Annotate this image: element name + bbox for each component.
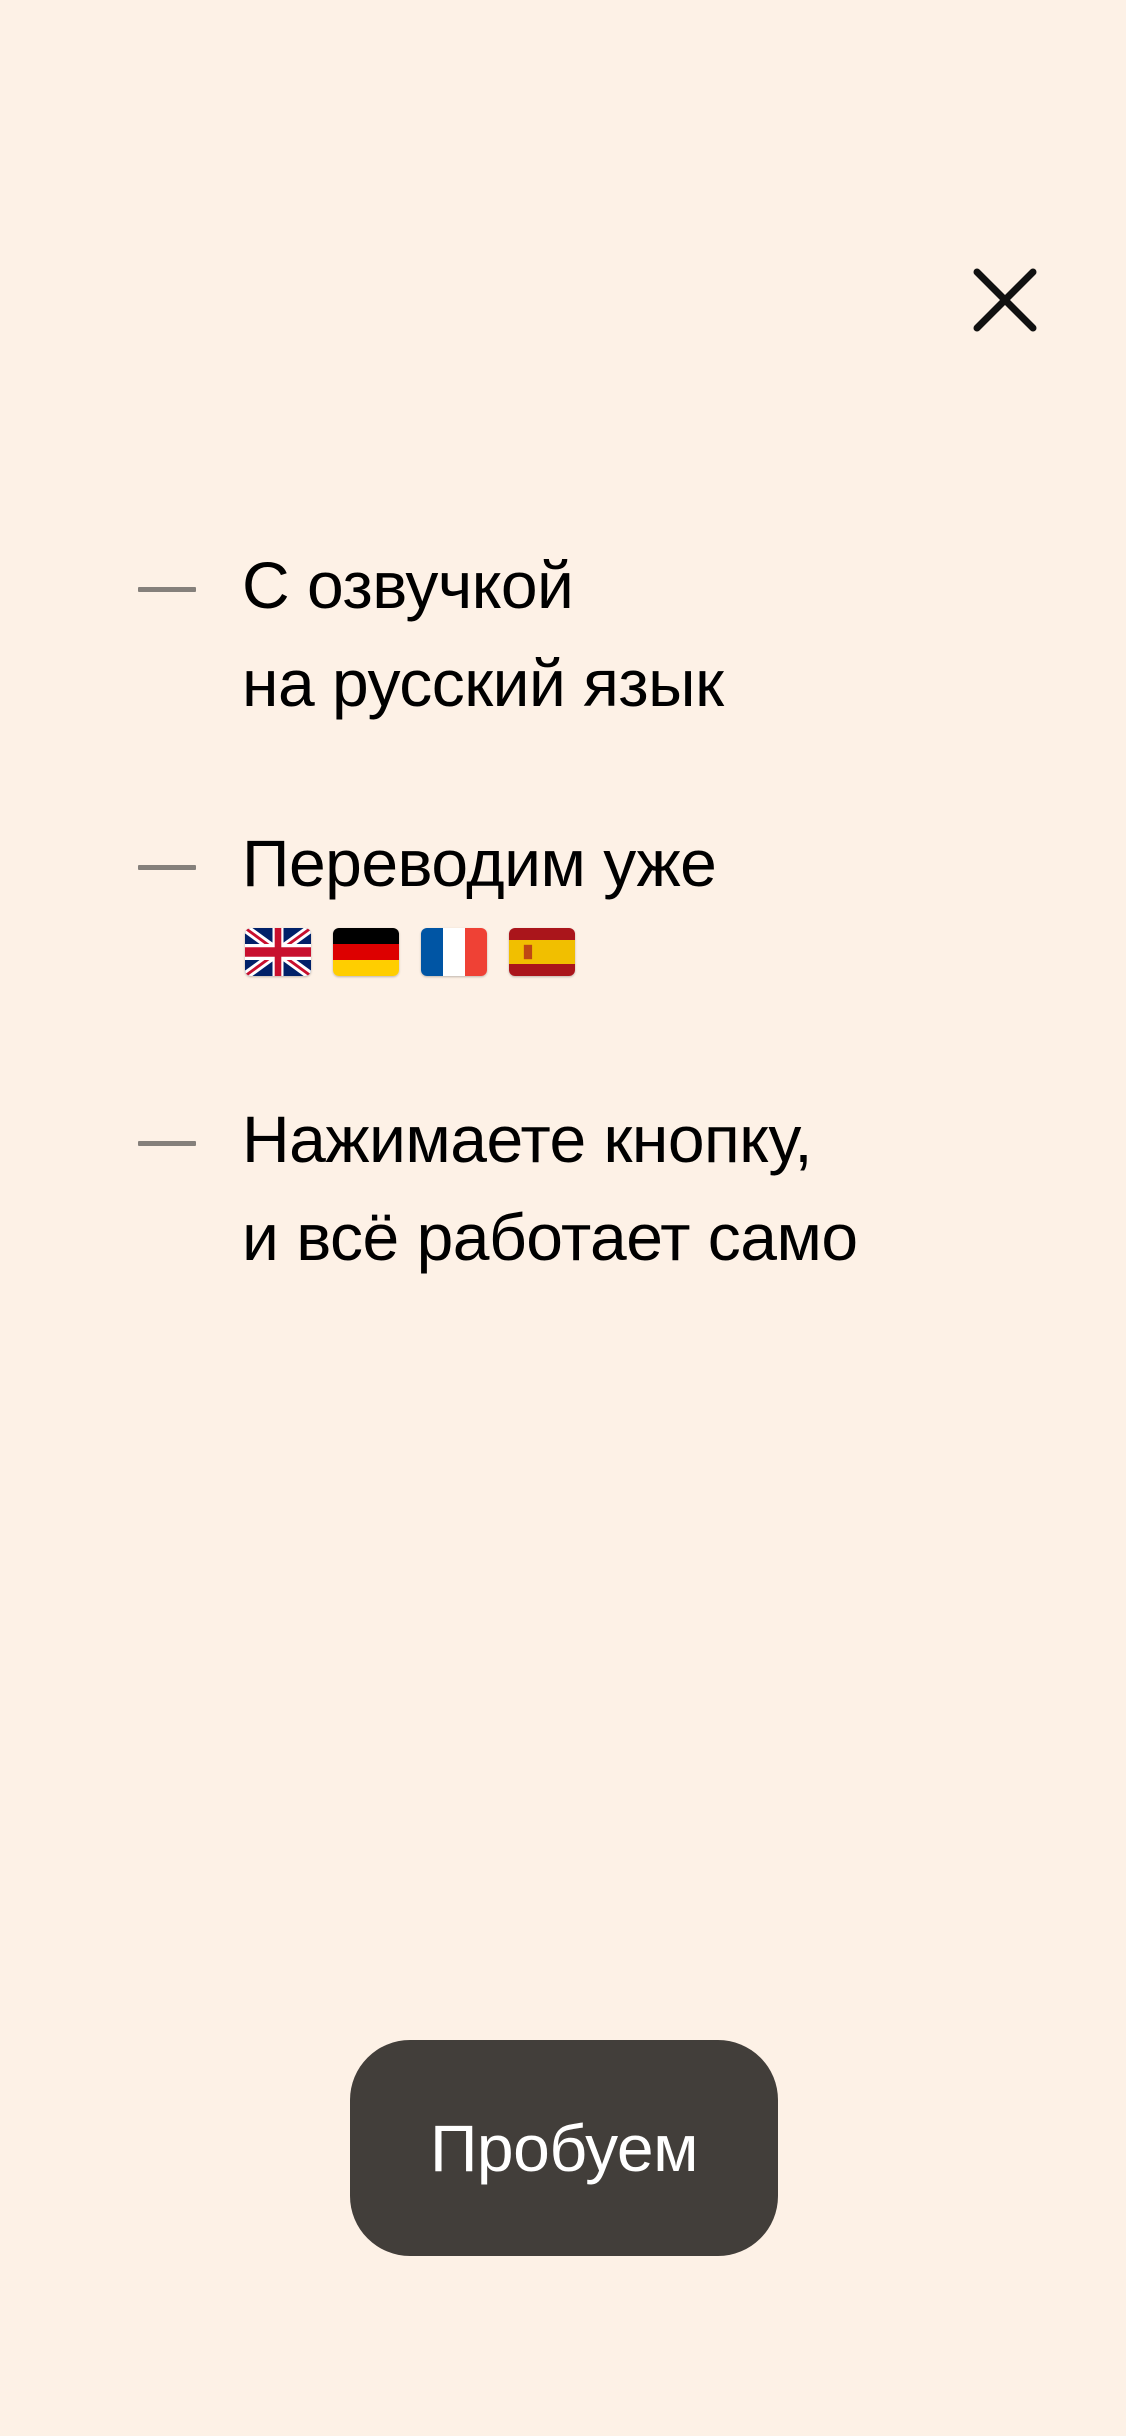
- feature-line: и всё работает само: [242, 1200, 858, 1274]
- language-flags: [245, 928, 575, 976]
- feature-text: Переводим уже: [242, 814, 717, 912]
- try-button[interactable]: Пробуем: [350, 2040, 778, 2256]
- flag-france-icon: [421, 928, 487, 976]
- feature-line: Нажимаете кнопку,: [242, 1102, 813, 1176]
- bullet-dash: [138, 865, 196, 870]
- feature-text: С озвучкой на русский язык: [242, 536, 724, 732]
- close-icon[interactable]: [965, 260, 1045, 340]
- feature-line: на русский язык: [242, 646, 724, 720]
- flag-germany-icon: [333, 928, 399, 976]
- bullet-dash: [138, 1141, 196, 1146]
- bullet-dash: [138, 587, 196, 592]
- flag-spain-icon: [509, 928, 575, 976]
- flag-uk-icon: [245, 928, 311, 976]
- feature-line: Переводим уже: [242, 826, 717, 900]
- feature-text: Нажимаете кнопку, и всё работает само: [242, 1090, 858, 1286]
- close-button[interactable]: [965, 260, 1045, 340]
- feature-line: С озвучкой: [242, 548, 574, 622]
